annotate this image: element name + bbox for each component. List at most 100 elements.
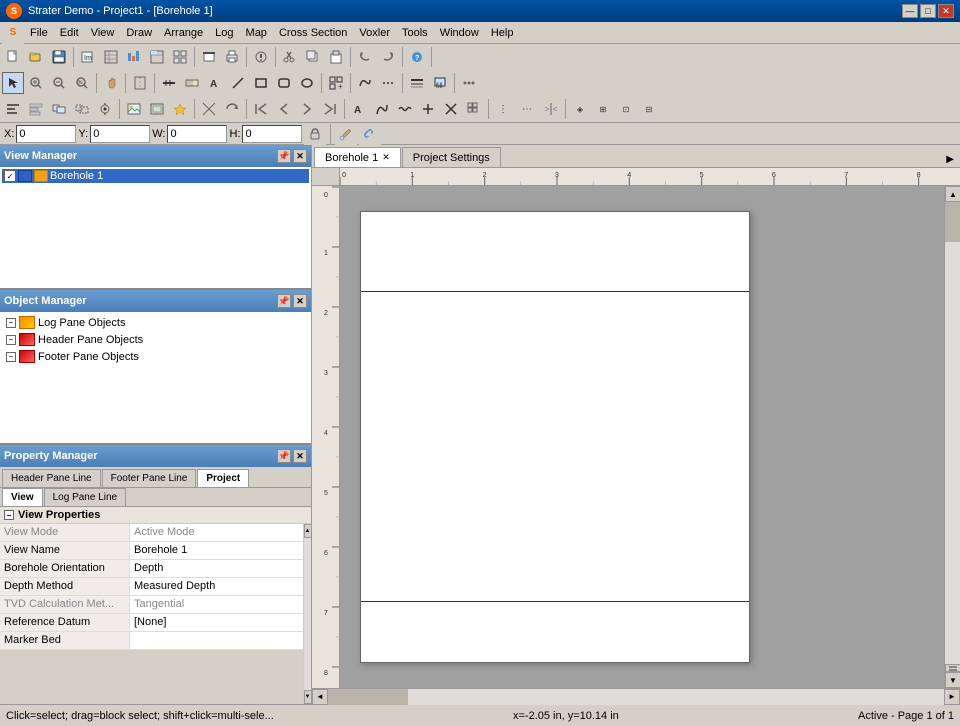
view-manager-pin[interactable]: 📌 [277, 149, 291, 163]
x-input[interactable] [16, 125, 76, 143]
obj-expand-log[interactable]: − [6, 318, 16, 328]
tab-project-settings[interactable]: Project Settings [402, 147, 501, 167]
view-manager-close[interactable]: ✕ [293, 149, 307, 163]
prop-scrollbar[interactable]: ▲ ▼ [303, 524, 311, 704]
tab-scroll-arrow[interactable]: ▶ [942, 152, 958, 167]
app-menu-icon[interactable]: S [2, 22, 24, 44]
view-item-borehole1[interactable]: ✓ Borehole 1 [2, 169, 309, 183]
borehole-btn[interactable] [129, 72, 151, 94]
tab-project[interactable]: Project [197, 469, 249, 487]
link-btn[interactable] [359, 123, 381, 145]
scrollbar-vertical[interactable]: ▲ ▼ [944, 186, 960, 688]
object-manager-close[interactable]: ✕ [293, 294, 307, 308]
tab-borehole1[interactable]: Borehole 1 ✕ [314, 147, 401, 167]
cross-arrow-btn[interactable] [198, 98, 220, 120]
obj-expand-header[interactable]: − [6, 335, 16, 345]
h-input[interactable] [242, 125, 302, 143]
text-btn[interactable]: A [204, 72, 226, 94]
zoom-out-btn[interactable] [48, 72, 70, 94]
cut-btn[interactable] [279, 46, 301, 68]
scroll-h-thumb[interactable] [328, 689, 408, 705]
scroll-v-down[interactable]: ▼ [945, 672, 960, 688]
paste-btn[interactable] [325, 46, 347, 68]
w-input[interactable] [167, 125, 227, 143]
minimize-button[interactable]: — [902, 4, 918, 18]
obj-footer-pane[interactable]: − Footer Pane Objects [2, 348, 309, 365]
menu-edit[interactable]: Edit [54, 22, 85, 44]
scroll-v-up[interactable]: ▲ [945, 186, 960, 202]
close-button[interactable]: ✕ [938, 4, 954, 18]
prop-section-expand[interactable]: − [4, 510, 14, 520]
tab-view[interactable]: View [2, 488, 43, 506]
obj-header-pane[interactable]: − Header Pane Objects [2, 331, 309, 348]
menu-log[interactable]: Log [209, 22, 239, 44]
plus-btn[interactable] [417, 98, 439, 120]
table2-btn[interactable] [146, 46, 168, 68]
tab-borehole1-close[interactable]: ✕ [382, 152, 390, 163]
page-last-btn[interactable] [319, 98, 341, 120]
ellipse-btn[interactable] [296, 72, 318, 94]
dash-line-btn[interactable] [377, 72, 399, 94]
tb-extra-2[interactable]: ⊞ [592, 98, 614, 120]
scroll-h-left[interactable]: ◄ [312, 689, 328, 705]
menu-voxler[interactable]: Voxler [353, 22, 396, 44]
flip-btn[interactable] [540, 98, 562, 120]
tb-extra-3[interactable]: ⊡ [615, 98, 637, 120]
ungroup-btn[interactable] [71, 98, 93, 120]
chart-btn[interactable] [123, 46, 145, 68]
menu-window[interactable]: Window [434, 22, 485, 44]
rect-btn[interactable] [250, 72, 272, 94]
property-manager-close[interactable]: ✕ [293, 449, 307, 463]
align-btn2[interactable] [25, 98, 47, 120]
canvas-container[interactable] [340, 186, 944, 688]
ruler1-btn[interactable] [158, 72, 180, 94]
print-preview-btn[interactable] [198, 46, 220, 68]
line-style-btn[interactable] [406, 72, 428, 94]
prop-scroll-down[interactable]: ▼ [304, 690, 312, 704]
lock-aspect-btn[interactable] [304, 123, 326, 145]
tb-extra-1[interactable]: ◈ [569, 98, 591, 120]
menu-arrange[interactable]: Arrange [158, 22, 209, 44]
hand-btn[interactable] [100, 72, 122, 94]
group-btn[interactable] [48, 98, 70, 120]
select-btn[interactable] [2, 72, 24, 94]
ruler2-btn[interactable] [181, 72, 203, 94]
grid-btn[interactable] [463, 98, 485, 120]
obj-expand-footer[interactable]: − [6, 352, 16, 362]
scroll-h-right[interactable]: ► [944, 689, 960, 705]
page-prev-btn[interactable] [273, 98, 295, 120]
eyedropper-btn[interactable] [335, 123, 357, 145]
rotate-btn[interactable] [221, 98, 243, 120]
object-manager-pin[interactable]: 📌 [277, 294, 291, 308]
menu-draw[interactable]: Draw [120, 22, 158, 44]
more-draw-btn[interactable]: + [325, 72, 347, 94]
page-next-btn[interactable] [296, 98, 318, 120]
view-checkbox[interactable]: ✓ [4, 170, 16, 182]
undo-btn[interactable] [354, 46, 376, 68]
y-input[interactable] [90, 125, 150, 143]
menu-view[interactable]: View [85, 22, 121, 44]
workspace-btn[interactable] [169, 46, 191, 68]
zoom-pct-btn[interactable]: % [71, 72, 93, 94]
prop-row-view-name[interactable]: View Name Borehole 1 [0, 542, 303, 560]
align-left-btn[interactable] [2, 98, 24, 120]
menu-file[interactable]: File [24, 22, 54, 44]
wave-btn[interactable] [394, 98, 416, 120]
prop-scroll-up[interactable]: ▲ [304, 524, 312, 538]
zoom-in-btn[interactable] [25, 72, 47, 94]
print-btn[interactable] [221, 46, 243, 68]
redo-btn[interactable] [377, 46, 399, 68]
open-btn[interactable] [25, 46, 47, 68]
scroll-v-thumb[interactable] [945, 202, 960, 242]
line-btn[interactable] [227, 72, 249, 94]
property-manager-pin[interactable]: 📌 [277, 449, 291, 463]
tab-log-pane-line[interactable]: Log Pane Line [44, 488, 127, 506]
tab-footer-pane-line[interactable]: Footer Pane Line [102, 469, 197, 487]
more-v-btn[interactable]: ⋯ [516, 98, 538, 120]
fill-btn[interactable]: fill [429, 72, 451, 94]
copy-btn[interactable] [302, 46, 324, 68]
menu-map[interactable]: Map [240, 22, 273, 44]
menu-tools[interactable]: Tools [396, 22, 434, 44]
tb-extra-4[interactable]: ⊟ [638, 98, 660, 120]
tab-header-pane-line[interactable]: Header Pane Line [2, 469, 101, 487]
